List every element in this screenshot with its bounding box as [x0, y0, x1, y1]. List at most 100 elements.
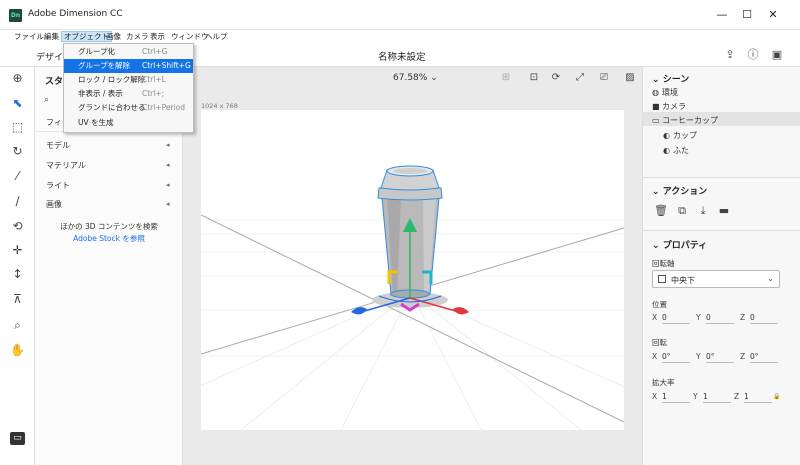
menu-help[interactable]: ヘルプ: [203, 31, 230, 42]
magic-wand-icon[interactable]: ⁄: [9, 168, 26, 185]
scene-viewport[interactable]: [201, 110, 624, 430]
divider: [643, 177, 800, 178]
canvas-dimensions: 1024 x 768: [201, 102, 238, 110]
sample-tool-icon[interactable]: ∕: [9, 193, 26, 210]
right-panel: ⌄ シーン ◍ 環境 ■ カメラ ▭ コーヒーカップ ◐ カップ ◐ ふた ⌄ アクション…: [642, 67, 800, 465]
chevron-left-icon[interactable]: ◂: [166, 141, 170, 149]
actions-header[interactable]: ⌄ アクション: [652, 184, 707, 197]
rotation-x-field[interactable]: X 0°: [652, 352, 690, 363]
render-panel-icon[interactable]: ▭: [10, 432, 25, 445]
move-to-ground-icon[interactable]: ⊡: [527, 71, 541, 85]
menu-bar: ファイル 編集 オブジェクト 画像 カメラ 表示 ウィンドウ ヘルプ: [0, 30, 800, 43]
group-folder-icon[interactable]: ▬: [717, 204, 731, 218]
orbit-tool-icon[interactable]: ↻: [9, 143, 26, 160]
app-logo-icon: Dn: [9, 9, 22, 22]
download-icon[interactable]: ⤓: [696, 204, 710, 218]
app-title: Adobe Dimension CC: [28, 9, 123, 19]
scale-z-field[interactable]: Z1: [734, 392, 772, 403]
menu-file[interactable]: ファイル: [12, 31, 46, 42]
fit-view-icon[interactable]: ⊞: [499, 71, 513, 85]
rotation-y-field[interactable]: Y 0°: [696, 352, 734, 363]
duplicate-icon[interactable]: ⧉: [675, 204, 689, 218]
folder-icon: ▭: [652, 116, 660, 125]
object-menu-dropdown: グループ化 Ctrl+G グループを解除 Ctrl+Shift+G ロック / ロッ…: [63, 43, 194, 133]
select-tool-icon[interactable]: ⬉: [9, 95, 26, 112]
category-models[interactable]: モデル: [46, 140, 70, 151]
minimize-button[interactable]: —: [712, 6, 732, 24]
dolly-camera-icon[interactable]: ↕: [9, 266, 26, 283]
position-x-field[interactable]: X0: [652, 313, 690, 324]
scale-x-field[interactable]: X1: [652, 392, 690, 403]
title-bar: Dn Adobe Dimension CC — ☐ ✕: [0, 0, 800, 30]
pan-camera-icon[interactable]: ✛: [9, 242, 26, 259]
scene-item-cup[interactable]: ◐ カップ: [663, 130, 697, 141]
scale-label: 拡大率: [652, 378, 675, 387]
zoom-tool-icon[interactable]: ⌕: [9, 317, 26, 334]
search-3d-text: ほかの 3D コンテンツを検索: [60, 222, 158, 231]
lock-icon[interactable]: 🔒: [773, 393, 780, 400]
properties-header[interactable]: ⌄ プロパティ: [652, 238, 707, 251]
scale-y-field[interactable]: Y1: [693, 392, 731, 403]
menu-item-generate-uv[interactable]: UV を生成: [64, 116, 193, 130]
menu-camera[interactable]: カメラ: [124, 31, 151, 42]
menu-item-group[interactable]: グループ化 Ctrl+G: [64, 45, 193, 59]
tool-rail: ⊕ ⬉ ⬚ ↻ ⁄ ∕ ⟲ ✛ ↕ ⊼ ⌕ ✋ ▭: [0, 67, 35, 465]
camera-icon: ■: [652, 102, 660, 111]
tab-design[interactable]: デザイ: [36, 50, 63, 63]
chevron-left-icon[interactable]: ◂: [166, 181, 170, 189]
menu-item-lock[interactable]: ロック / ロック解除 Ctrl+L: [64, 73, 193, 87]
pivot-label: 回転軸: [652, 259, 675, 268]
adobe-stock-link[interactable]: Adobe Stock を参照: [35, 233, 183, 244]
delete-icon[interactable]: 🗑: [654, 204, 668, 218]
chevron-left-icon[interactable]: ◂: [166, 161, 170, 169]
position-z-field[interactable]: Z0: [740, 313, 778, 324]
scale-object-icon[interactable]: ⤢: [573, 71, 587, 85]
gizmo-x-arrow[interactable]: [453, 307, 469, 315]
filter-label[interactable]: フィ: [46, 117, 62, 128]
horizon-tool-icon[interactable]: ⊼: [9, 291, 26, 308]
add-icon[interactable]: ⊕: [9, 70, 26, 87]
render-preview-icon[interactable]: ▨: [623, 71, 637, 85]
help-icon[interactable]: ⓘ: [745, 47, 761, 63]
chevron-down-icon: ⌄: [767, 274, 774, 283]
maximize-button[interactable]: ☐: [737, 6, 757, 24]
category-images[interactable]: 画像: [46, 199, 62, 210]
artboard[interactable]: [201, 110, 624, 430]
chevron-left-icon[interactable]: ◂: [166, 200, 170, 208]
cup-lid[interactable]: [377, 165, 443, 201]
scene-item-camera[interactable]: ■ カメラ: [652, 101, 686, 112]
search-icon[interactable]: ⌕: [44, 95, 49, 105]
hand-tool-icon[interactable]: ✋: [9, 342, 26, 359]
rotate-object-icon[interactable]: ⟳: [549, 71, 563, 85]
scene-header[interactable]: ⌄ シーン: [652, 72, 689, 85]
panel-title: スタ: [45, 77, 64, 87]
menu-item-ungroup[interactable]: グループを解除 Ctrl+Shift+G: [64, 59, 193, 73]
camera-bookmark-icon[interactable]: ⎚: [597, 71, 611, 85]
divider: [643, 230, 800, 231]
close-button[interactable]: ✕: [763, 6, 783, 24]
rotate-camera-icon[interactable]: ⟲: [9, 218, 26, 235]
pivot-icon: [658, 275, 666, 283]
marquee-tool-icon[interactable]: ⬚: [9, 119, 26, 136]
scene-item-lid[interactable]: ◐ ふた: [663, 145, 689, 156]
object-icon: ◐: [663, 146, 670, 155]
position-label: 位置: [652, 300, 667, 309]
environment-icon: ◍: [652, 88, 659, 97]
menu-item-align-to-ground[interactable]: グランドに合わせる Ctrl+Period: [64, 101, 193, 115]
zoom-level[interactable]: 67.58% ⌄: [393, 73, 438, 83]
menu-item-hide[interactable]: 非表示 / 表示 Ctrl+;: [64, 87, 193, 101]
scene-item-coffee-cup[interactable]: ▭ コーヒーカップ: [652, 115, 718, 126]
menu-view[interactable]: 表示: [148, 31, 167, 42]
object-icon: ◐: [663, 131, 670, 140]
rotation-z-field[interactable]: Z 0°: [740, 352, 778, 363]
category-lights[interactable]: ライト: [46, 180, 70, 191]
menu-edit[interactable]: 編集: [42, 31, 61, 42]
feedback-icon[interactable]: ▣: [769, 47, 785, 63]
menu-image[interactable]: 画像: [104, 31, 123, 42]
position-y-field[interactable]: Y0: [696, 313, 734, 324]
scene-item-environment[interactable]: ◍ 環境: [652, 87, 678, 98]
share-icon[interactable]: ⇪: [722, 47, 738, 63]
category-materials[interactable]: マテリアル: [46, 160, 86, 171]
canvas-area: 67.58% ⌄ ⊞ ⊡ ⟳ ⤢ ⎚ ▨ 1024 x 768: [183, 67, 642, 465]
pivot-dropdown[interactable]: 中央下 ⌄: [652, 270, 780, 288]
